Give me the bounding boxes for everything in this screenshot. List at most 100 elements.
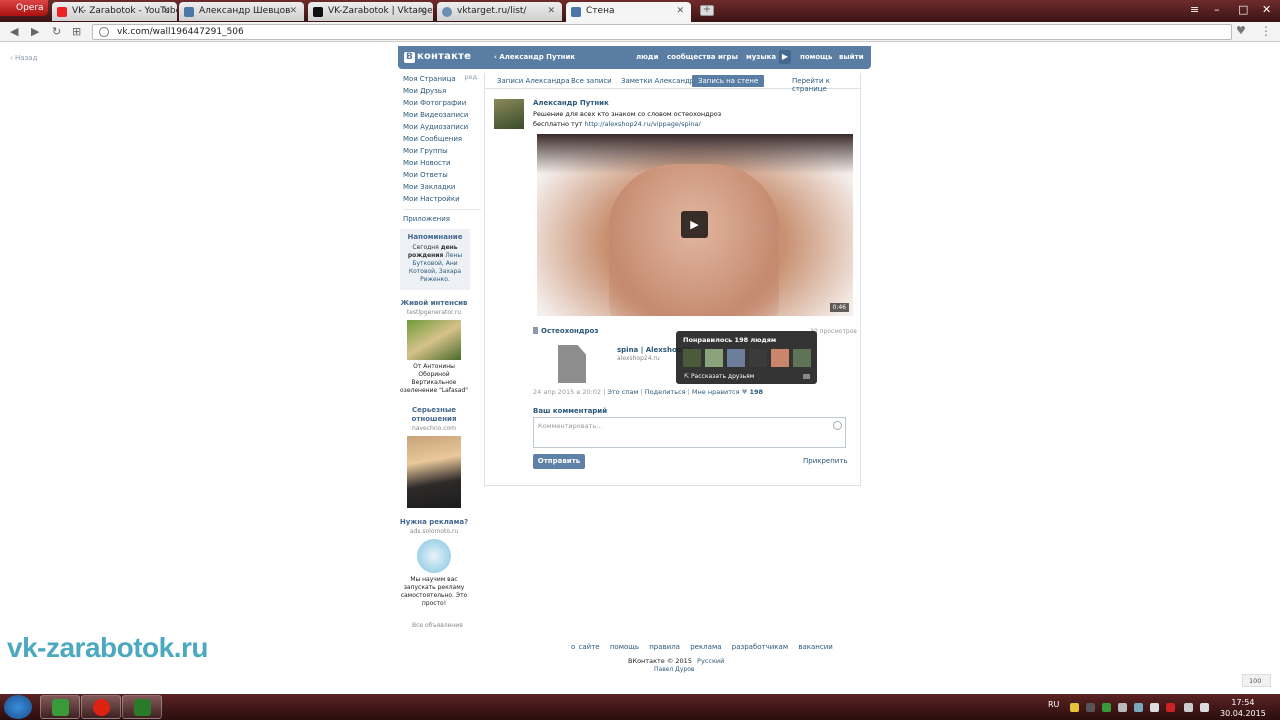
liker-avatar[interactable] (683, 349, 701, 367)
tab-alexander-posts[interactable]: Записи Александра (497, 77, 570, 85)
tray-icon[interactable] (1102, 703, 1111, 712)
document-icon[interactable] (558, 345, 586, 383)
back-icon[interactable]: ◀ (10, 25, 18, 38)
opera-menu-button[interactable]: Opera (0, 0, 48, 16)
speed-dial-icon[interactable]: ⊞ (72, 25, 81, 38)
close-window-icon[interactable]: ✕ (1262, 3, 1271, 16)
ad-image[interactable] (407, 436, 461, 508)
share-link[interactable]: Поделиться (645, 388, 686, 396)
taskbar-clock[interactable]: 17:54 30.04.2015 (1220, 697, 1266, 719)
tab-alexander-notes[interactable]: Заметки Александра (621, 77, 699, 85)
back-link[interactable]: ‹ Назад (10, 54, 37, 62)
ad-image[interactable] (417, 539, 451, 573)
menu-icon[interactable]: ⋮ (1260, 24, 1272, 38)
footer-author[interactable]: Павел Дуров (654, 666, 694, 673)
menu-answers[interactable]: Мои Ответы (403, 169, 481, 181)
stash-heart-icon[interactable]: ♥ (1236, 24, 1246, 37)
attach-button[interactable]: Прикрепить (803, 457, 848, 465)
send-button[interactable]: Отправить (533, 454, 585, 469)
menu-friends[interactable]: Мои Друзья (403, 85, 481, 97)
footer-developers[interactable]: разработчикам (732, 643, 788, 651)
browser-tab-list[interactable]: vktarget.ru/list/ ✕ (437, 2, 562, 21)
report-spam-link[interactable]: Это спам (607, 388, 638, 396)
heart-icon[interactable]: ♥ (742, 388, 748, 396)
ad-title[interactable]: Живой интенсив (398, 299, 470, 308)
minimize-icon[interactable]: – (1214, 3, 1220, 16)
menu-audio[interactable]: Мои Аудиозаписи (403, 121, 481, 133)
language-indicator[interactable]: RU (1048, 700, 1059, 709)
close-icon[interactable]: ✕ (418, 6, 426, 16)
liker-avatar[interactable] (727, 349, 745, 367)
maximize-icon[interactable]: □ (1238, 3, 1248, 16)
post-author-name[interactable]: Александр Путник (533, 99, 609, 107)
all-ads-link[interactable]: Все объявления (412, 622, 463, 629)
ad-block-3[interactable]: Нужна реклама? ads.solomoto.ru Мы научим… (398, 518, 470, 608)
footer-ads[interactable]: реклама (690, 643, 721, 651)
network-icon[interactable] (1184, 703, 1193, 712)
menu-groups[interactable]: Мои Группы (403, 145, 481, 157)
vk-logo[interactable]: Вконтакте (404, 51, 471, 63)
new-tab-button[interactable]: + (700, 5, 714, 16)
ad-image[interactable] (407, 320, 461, 360)
browser-tab-vktarget[interactable]: VK-Zarabotok | Vktarget ✕ (308, 2, 433, 21)
nav-games[interactable]: игры (718, 53, 738, 61)
taskbar-camtasia[interactable] (40, 695, 80, 719)
post-author-avatar[interactable] (494, 99, 524, 129)
tray-icon[interactable] (1118, 703, 1127, 712)
nav-logout[interactable]: выйти (839, 53, 864, 61)
music-play-icon[interactable]: ▶ (779, 50, 791, 64)
taskbar-camtasia-recorder[interactable] (122, 695, 162, 719)
taskbar-opera[interactable] (81, 695, 121, 719)
video-title[interactable]: Остеохондроз (533, 327, 598, 335)
menu-settings[interactable]: Мои Настройки (403, 193, 481, 205)
browser-tab-shevtsov[interactable]: Александр Шевцов ✕ (179, 2, 304, 21)
tray-icon[interactable] (1150, 703, 1159, 712)
tab-all-posts[interactable]: Все записи (571, 77, 612, 85)
play-icon[interactable]: ▶ (681, 211, 708, 238)
menu-edit-link[interactable]: ред. (464, 73, 479, 81)
menu-photos[interactable]: Мои Фотографии (403, 97, 481, 109)
footer-about[interactable]: о сайте (571, 643, 600, 651)
close-icon[interactable]: ✕ (676, 6, 684, 16)
antivirus-icon[interactable] (1166, 703, 1175, 712)
menu-news[interactable]: Мои Новости (403, 157, 481, 169)
reload-icon[interactable]: ↻ (52, 25, 61, 38)
nav-communities[interactable]: сообщества (667, 53, 716, 61)
ad-block-2[interactable]: Серьезные отношения navechno.com (398, 406, 470, 508)
ad-block-1[interactable]: Живой интенсив testlpgenerator.ru От Ант… (398, 299, 470, 395)
nav-people[interactable]: люди (636, 53, 659, 61)
ad-title[interactable]: Нужна реклама? (398, 518, 470, 527)
language-link[interactable]: Русский (697, 657, 724, 665)
go-to-page-link[interactable]: Перейти к странице (792, 77, 860, 93)
nav-help[interactable]: помощь (800, 53, 832, 61)
footer-rules[interactable]: правила (649, 643, 680, 651)
liker-avatar[interactable] (771, 349, 789, 367)
video-player[interactable]: ▶ 0:46 (537, 134, 853, 316)
post-link[interactable]: http://alexshop24.ru/vippage/spina/ (585, 120, 701, 128)
tab-menu-icon[interactable]: ≡ (1190, 3, 1199, 16)
likes-count[interactable]: 198 (750, 388, 764, 396)
menu-videos[interactable]: Мои Видеозаписи (403, 109, 481, 121)
liker-avatar[interactable] (793, 349, 811, 367)
url-input[interactable]: vk.com/wall196447291_506 (92, 24, 1232, 40)
close-icon[interactable]: ✕ (162, 6, 170, 16)
comment-input[interactable]: Комментировать... (533, 417, 846, 448)
close-icon[interactable]: ✕ (547, 6, 555, 16)
like-button[interactable]: Мне нравится (692, 388, 740, 396)
tab-wall-post[interactable]: Запись на стене (692, 75, 765, 87)
liker-avatar[interactable] (749, 349, 767, 367)
tray-icon[interactable] (1134, 703, 1143, 712)
tray-icon[interactable] (1086, 703, 1095, 712)
footer-vacancies[interactable]: вакансии (798, 643, 832, 651)
volume-icon[interactable] (1200, 703, 1209, 712)
start-button[interactable] (4, 695, 32, 719)
zoom-indicator[interactable]: 100 (1242, 674, 1271, 687)
nav-music[interactable]: музыка (746, 53, 776, 61)
browser-tab-youtube[interactable]: VK- Zarabotok - YouTube ✕ (52, 2, 177, 21)
ad-title[interactable]: Серьезные отношения (398, 406, 470, 424)
menu-bookmarks[interactable]: Мои Закладки (403, 181, 481, 193)
tell-friends-button[interactable]: ⇱ Рассказать друзьям (684, 373, 754, 380)
header-user-link[interactable]: ‹ Александр Путник (494, 53, 575, 61)
browser-tab-wall[interactable]: Стена ✕ (566, 2, 691, 22)
liker-avatar[interactable] (705, 349, 723, 367)
